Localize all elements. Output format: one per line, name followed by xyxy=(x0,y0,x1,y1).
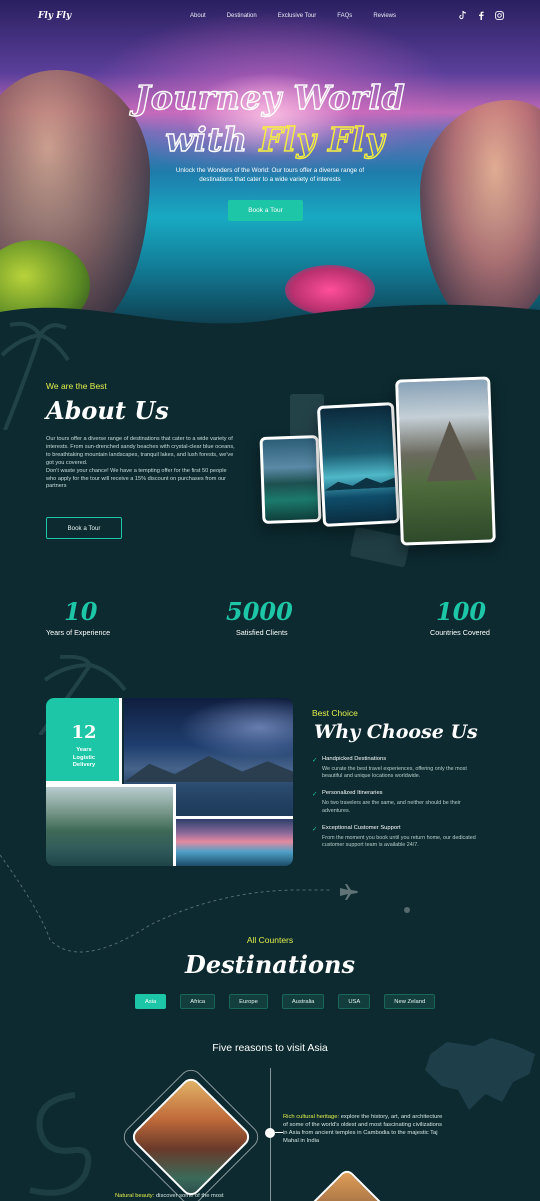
nav-link-reviews[interactable]: Reviews xyxy=(373,13,396,19)
nav-link-exclusive-tour[interactable]: Exclusive Tour xyxy=(278,13,317,19)
hero-wave-divider xyxy=(0,304,540,330)
site-logo[interactable]: Fly Fly xyxy=(38,11,71,21)
why-item-title: Exceptional Customer Support xyxy=(322,824,401,831)
hero-section: Fly Fly About Destination Exclusive Tour… xyxy=(0,0,540,330)
badge-number: 12 xyxy=(71,722,97,743)
about-text: Our tours offer a diverse range of desti… xyxy=(46,436,236,491)
dest-eyebrow: All Counters xyxy=(246,935,294,945)
check-icon: ✓ xyxy=(312,791,318,799)
hero-subtitle: Unlock the Wonders of the World: Our tou… xyxy=(175,167,365,183)
nav-link-faqs[interactable]: FAQs xyxy=(337,13,352,19)
stat-clients-label: Satisfied Clients xyxy=(236,628,288,637)
reason-natural-beauty: Natural beauty: discover some of the mos… xyxy=(115,1193,255,1201)
tiktok-icon[interactable] xyxy=(458,10,468,20)
about-eyebrow: We are the Best xyxy=(46,381,107,391)
why-item-title: Personalized Itineraries xyxy=(322,790,383,797)
check-icon: ✓ xyxy=(312,825,318,833)
experience-badge: 12 Years Logistic Delivery xyxy=(46,698,122,784)
dest-subtitle: Five reasons to visit Asia xyxy=(212,1042,328,1054)
reason-2-highlight: Natural beauty: xyxy=(115,1193,155,1199)
why-item-desc: We curate the best travel experiences, o… xyxy=(322,766,467,780)
badge-label: Years Logistic Delivery xyxy=(46,747,122,770)
stat-countries-value: 100 xyxy=(436,597,487,626)
about-book-tour-button[interactable]: Book a Tour xyxy=(46,517,122,539)
nav-link-destination[interactable]: Destination xyxy=(227,13,257,19)
about-paragraph: Our tours offer a diverse range of desti… xyxy=(46,436,235,466)
hero-title-accent: Fly Fly xyxy=(259,119,385,159)
reason-cultural-heritage: Rich cultural heritage: explore the hist… xyxy=(283,1114,443,1146)
reason-1-highlight: Rich cultural heritage: xyxy=(283,1114,340,1120)
nav-link-about[interactable]: About xyxy=(190,13,206,19)
why-item-title: Handpicked Destinations xyxy=(322,756,387,762)
tab-new-zeland[interactable]: New Zeland xyxy=(384,994,436,1009)
nav-links: About Destination Exclusive Tour FAQs Re… xyxy=(190,13,417,19)
stat-countries-label: Countries Covered xyxy=(430,628,490,637)
stat-years-value: 10 xyxy=(64,597,98,626)
reason-photo-pagoda xyxy=(128,1074,254,1200)
about-photo-night-sky xyxy=(316,402,401,527)
tab-usa[interactable]: USA xyxy=(338,994,371,1009)
badge-label-line-3: Delivery xyxy=(72,762,96,768)
why-item: ✓ Personalized Itineraries No two travel… xyxy=(312,790,482,814)
why-reasons-list: ✓ Handpicked Destinations We curate the … xyxy=(312,756,482,859)
dragon-decoration xyxy=(29,1092,92,1196)
stat-years-label: Years of Experience xyxy=(46,628,111,637)
why-item-desc: No two travelers are the same, and neith… xyxy=(322,800,461,814)
why-photo-collage: 12 Years Logistic Delivery xyxy=(46,698,293,866)
facebook-icon[interactable] xyxy=(476,10,486,20)
about-photo-lake xyxy=(259,434,322,525)
dest-title: Destinations xyxy=(185,950,355,979)
tab-asia[interactable]: Asia xyxy=(135,994,167,1009)
top-nav: Fly Fly About Destination Exclusive Tour… xyxy=(0,0,540,34)
timeline-dot xyxy=(265,1128,275,1138)
badge-label-line-1: Years xyxy=(76,747,92,753)
social-links xyxy=(458,10,504,20)
tab-africa[interactable]: Africa xyxy=(180,994,216,1009)
about-photo-machu-picchu xyxy=(395,376,496,546)
destination-tabs: Asia Africa Europe Australia USA New Zel… xyxy=(135,994,449,1009)
hero-title-line-2: with Fly Fly xyxy=(0,119,540,159)
why-item-desc: From the moment you book until you retur… xyxy=(322,834,476,849)
reason-photo-2 xyxy=(304,1167,390,1201)
tab-europe[interactable]: Europe xyxy=(229,994,268,1009)
why-item: ✓ Handpicked Destinations We curate the … xyxy=(312,756,482,780)
why-eyebrow: Best Choice xyxy=(312,708,358,718)
reason-2-text: discover some of the most xyxy=(154,1193,224,1199)
hero-title-line-1: Journey World xyxy=(134,77,406,117)
why-item: ✓ Exceptional Customer Support From the … xyxy=(312,825,482,849)
instagram-icon[interactable] xyxy=(494,10,504,20)
why-title: Why Choose Us xyxy=(314,721,478,743)
hero-title-prefix: with xyxy=(165,119,260,159)
check-icon: ✓ xyxy=(312,757,318,764)
timeline-connector xyxy=(275,1132,283,1133)
hero-book-tour-button[interactable]: Book a Tour xyxy=(228,200,303,221)
about-offer: Don't waste your chance! We have a tempt… xyxy=(46,467,227,490)
tab-australia[interactable]: Australia xyxy=(281,994,325,1009)
about-title: About Us xyxy=(46,396,169,425)
stat-clients-value: 5000 xyxy=(226,597,293,626)
badge-label-line-2: Logistic xyxy=(72,754,96,761)
